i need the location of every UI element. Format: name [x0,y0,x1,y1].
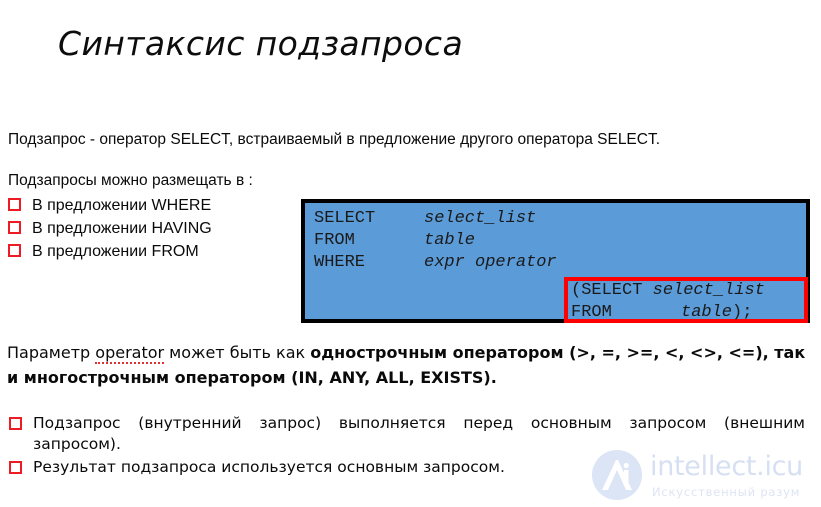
sql-code-box: SELECT select_list FROM table WHERE expr op… [301,199,810,323]
code-keyword: WHERE [314,253,366,272]
subhead-text: Подзапросы можно размещать в : [8,172,253,189]
code-identifier: expr operator [424,253,557,272]
square-bullet-icon [9,461,22,474]
list-item-label: В предложении WHERE [32,197,212,214]
operator-text-part1: Параметр [7,343,96,362]
code-identifier: table [424,231,476,250]
slide-canvas: Синтаксис подзапроса Подзапрос - операто… [0,0,821,507]
code-line-select: SELECT select_list [314,209,536,228]
operator-text-part4: (IN, ANY, ALL, EXISTS). [285,368,497,387]
list-item: В предложении WHERE [8,194,288,217]
square-bullet-icon [8,221,21,234]
code-line-subquery-select: (SELECT select_list [571,281,765,300]
watermark-tagline: Искусственный разум [652,485,801,499]
list-item: В предложении HAVING [8,217,288,240]
page-title: Синтаксис подзапроса [58,24,464,63]
list-item-line2: запросом). [33,435,121,453]
code-keyword: SELECT [314,209,376,228]
list-item: Подзапрос (внутренний запрос) выполняетс… [9,413,809,455]
list-item-label: Подзапрос (внутренний запрос) выполняетс… [33,413,805,455]
operator-paragraph: Параметр operator может быть как одностр… [7,340,819,390]
list-item: Результат подзапроса используется основн… [9,457,809,478]
code-line-from: FROM table [314,231,475,250]
code-identifier: table [681,303,733,322]
list-item: В предложении FROM [8,240,288,263]
square-bullet-icon [8,198,21,211]
operator-bold-multi-row: многострочным оператором [23,368,286,387]
code-keyword: FROM [314,231,355,250]
code-line-where: WHERE expr operator [314,253,557,272]
operator-text-part2: может быть как [164,343,311,362]
code-punctuation: ); [732,303,753,322]
operator-spellcheck-word: operator [95,343,165,364]
list-item-label: В предложении HAVING [32,220,212,237]
list-item-line1: Подзапрос (внутренний запрос) выполняетс… [33,414,805,432]
square-bullet-icon [8,244,21,257]
code-keyword: (SELECT [571,281,653,300]
conclusion-list: Подзапрос (внутренний запрос) выполняетс… [9,413,809,480]
code-identifier: select_list [652,281,765,300]
operator-bold-single-row: однострочным оператором [310,343,564,362]
list-item-label: Результат подзапроса используется основн… [33,458,505,476]
intro-paragraph: Подзапрос - оператор SELECT, встраиваемы… [8,131,661,148]
code-line-subquery-from: FROM table); [571,303,752,322]
code-identifier: select_list [424,209,537,228]
list-item-label: В предложении FROM [32,243,199,260]
square-bullet-icon [9,417,22,430]
code-keyword: FROM [571,303,612,322]
placement-list: В предложении WHERE В предложении HAVING… [8,194,288,263]
